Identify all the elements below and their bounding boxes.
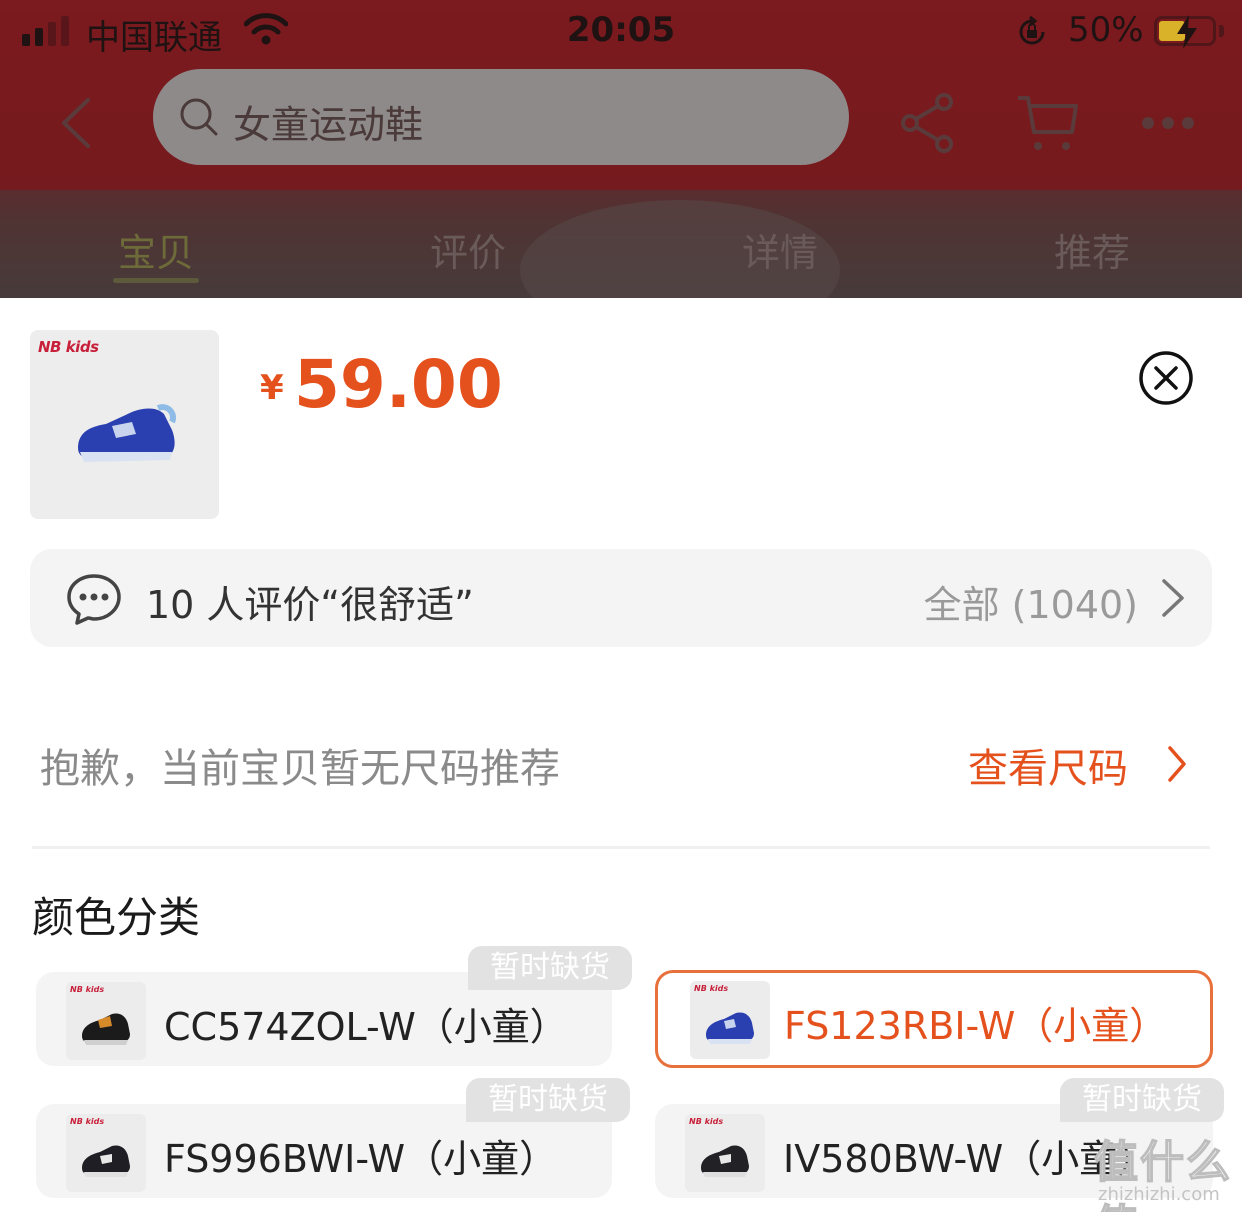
- product-price: 59.00: [294, 346, 503, 423]
- shoe-image: [701, 1145, 749, 1177]
- view-size-chart-link[interactable]: 查看尺码: [968, 736, 1128, 794]
- out-of-stock-badge: 暂时缺货: [1060, 1078, 1224, 1122]
- shoe-image: [706, 1012, 754, 1044]
- tab-reviews[interactable]: 评价: [388, 222, 548, 277]
- color-section-title: 颜色分类: [32, 893, 201, 942]
- tab-recommend[interactable]: 推荐: [1012, 222, 1172, 277]
- sku-thumbnail: NB kids: [66, 1114, 146, 1192]
- brand-logo: NB kids: [694, 984, 729, 993]
- search-placeholder: 女童运动鞋: [233, 103, 424, 147]
- price-currency: ¥: [260, 368, 284, 408]
- chevron-right-icon: [1162, 579, 1184, 617]
- shoe-image: [78, 404, 176, 462]
- active-tab-indicator: [113, 278, 199, 283]
- product-thumbnail[interactable]: NB kids: [30, 330, 219, 519]
- out-of-stock-badge: 暂时缺货: [466, 1078, 630, 1122]
- share-icon[interactable]: [900, 92, 954, 154]
- brand-logo: NB kids: [689, 1117, 724, 1126]
- review-all-link[interactable]: 全部 (1040): [924, 574, 1138, 629]
- comment-icon: [67, 574, 121, 625]
- review-summary-bar[interactable]: 10 人评价“很舒适” 全部 (1040): [30, 549, 1212, 647]
- cart-icon[interactable]: [1016, 92, 1080, 154]
- tab-bar: 宝贝 评价 详情 推荐: [0, 212, 1242, 282]
- tab-details[interactable]: 详情: [700, 222, 860, 277]
- brand-logo: NB kids: [38, 338, 99, 356]
- chevron-right-icon[interactable]: [1166, 744, 1188, 784]
- more-icon[interactable]: [1140, 114, 1196, 132]
- sku-option-selected[interactable]: NB kids FS123RBI-W（小童）: [655, 970, 1213, 1068]
- status-bar: 中国联通 20:05 50%: [0, 0, 1242, 64]
- sku-thumbnail: NB kids: [685, 1114, 765, 1192]
- back-icon[interactable]: [56, 96, 96, 150]
- tab-item[interactable]: 宝贝: [76, 222, 236, 277]
- sku-thumbnail: NB kids: [66, 982, 146, 1060]
- sku-label: CC574ZOL-W（小童）: [164, 1005, 568, 1049]
- sku-label: FS996BWI-W（小童）: [164, 1137, 558, 1181]
- sku-thumbnail: NB kids: [690, 981, 770, 1059]
- rotation-lock-icon: [1019, 16, 1045, 45]
- battery-cap: [1219, 25, 1224, 37]
- search-icon: [180, 98, 218, 136]
- section-divider: [32, 846, 1210, 849]
- battery-percent: 50%: [1068, 10, 1144, 50]
- search-input[interactable]: 女童运动鞋: [153, 69, 849, 165]
- sku-label: FS123RBI-W（小童）: [784, 1004, 1168, 1048]
- out-of-stock-badge: 暂时缺货: [468, 946, 632, 990]
- size-recommendation-note: 抱歉，当前宝贝暂无尺码推荐: [40, 746, 560, 792]
- battery-icon: [1154, 15, 1216, 49]
- close-icon[interactable]: [1138, 350, 1194, 406]
- watermark-url: zhizhizhi.com: [1098, 1184, 1220, 1205]
- sku-selector-sheet: NB kids ¥ 59.00 10 人评价“很舒适” 全部 (1040) 抱歉…: [0, 298, 1242, 1212]
- shoe-image: [82, 1013, 130, 1045]
- brand-logo: NB kids: [70, 1117, 105, 1126]
- shoe-image: [82, 1145, 130, 1177]
- brand-logo: NB kids: [70, 985, 105, 994]
- status-time: 20:05: [566, 10, 676, 50]
- review-summary-text: 10 人评价“很舒适”: [146, 583, 474, 627]
